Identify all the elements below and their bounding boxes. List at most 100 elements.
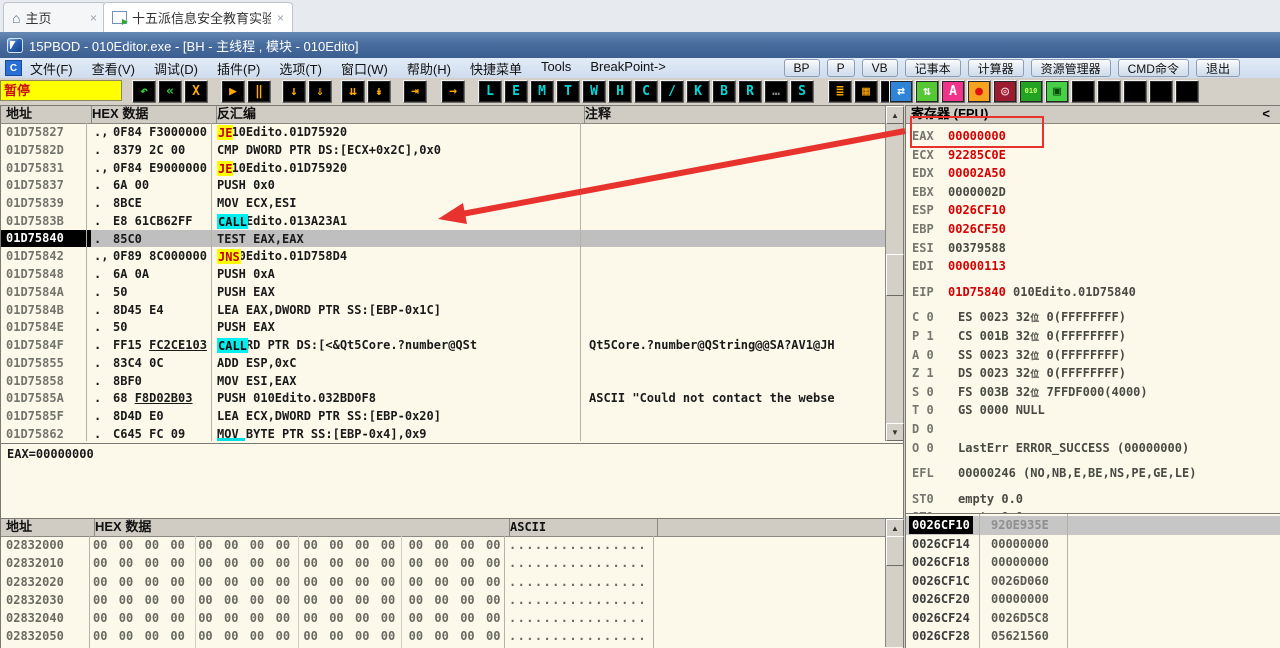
dump-scrollbar[interactable]: ▲ xyxy=(885,519,903,647)
empty-slot-4[interactable] xyxy=(1149,80,1173,103)
disasm-row[interactable]: 01D7584B.8D45 E4LEA EAX,DWORD PTR SS:[EB… xyxy=(1,301,903,319)
menu-item-6[interactable]: 帮助(H) xyxy=(407,59,451,78)
col-disasm[interactable]: 反汇编 xyxy=(212,106,585,123)
dump-row[interactable]: 0283203000000000000000000000000000000000… xyxy=(1,591,903,609)
quick-button-7[interactable]: 退出 xyxy=(1196,59,1240,77)
scroll-up-icon[interactable]: ▲ xyxy=(886,519,904,537)
disasm-row[interactable]: 01D75827.,0F84 F3000000JE 010Edito.01D75… xyxy=(1,123,903,141)
register-line[interactable]: T 0GS 0000 NULL xyxy=(912,401,1278,420)
record-icon[interactable]: ● xyxy=(967,80,991,103)
restart-icon[interactable]: ↶ xyxy=(132,80,156,103)
updown-icon[interactable]: ⇅ xyxy=(915,80,939,103)
disasm-row[interactable]: 01D75858.8BF0MOV ESI,EAX xyxy=(1,372,903,390)
col-hex[interactable]: HEX 数据 xyxy=(90,519,510,536)
empty-slot-3[interactable] xyxy=(1123,80,1147,103)
memory-icon[interactable]: M xyxy=(530,80,554,103)
menu-item-9[interactable]: BreakPoint-> xyxy=(590,59,666,78)
menu-item-0[interactable]: 文件(F) xyxy=(30,59,73,78)
register-line[interactable]: EBX0000002D xyxy=(912,183,1278,202)
execute-till-return-icon[interactable]: ⇥ xyxy=(403,80,427,103)
executables-icon[interactable]: E xyxy=(504,80,528,103)
pause-icon[interactable]: ‖ xyxy=(247,80,271,103)
menu-item-1[interactable]: 查看(V) xyxy=(92,59,135,78)
quick-button-1[interactable]: P xyxy=(827,59,855,77)
animate-over-icon[interactable]: ↡ xyxy=(367,80,391,103)
source-icon[interactable]: S xyxy=(790,80,814,103)
register-line[interactable]: C 0ES 0023 32位 0(FFFFFFFF) xyxy=(912,308,1278,327)
quick-button-3[interactable]: 记事本 xyxy=(905,59,961,77)
close-icon[interactable]: × xyxy=(90,11,97,25)
register-line[interactable]: EDI00000113 xyxy=(912,257,1278,276)
collapse-icon[interactable]: < xyxy=(1262,106,1270,122)
disasm-scrollbar[interactable]: ▲ ▼ xyxy=(885,106,903,441)
dump-row[interactable]: 0283200000000000000000000000000000000000… xyxy=(1,536,903,554)
scroll-thumb[interactable] xyxy=(886,254,904,296)
stack-row[interactable]: 0026CF1C0026D060 xyxy=(906,572,1280,591)
register-line[interactable]: EFL00000246 (NO,NB,E,BE,NS,PE,GE,LE) xyxy=(912,464,1278,483)
register-line[interactable]: EAX00000000 xyxy=(912,127,1278,146)
cpu-icon[interactable]: C xyxy=(634,80,658,103)
menu-item-5[interactable]: 窗口(W) xyxy=(341,59,388,78)
handles-icon[interactable]: H xyxy=(608,80,632,103)
register-line[interactable]: Z 1DS 0023 32位 0(FFFFFFFF) xyxy=(912,364,1278,383)
stack-row[interactable]: 0026CF1800000000 xyxy=(906,553,1280,572)
menu-item-3[interactable]: 插件(P) xyxy=(217,59,260,78)
patches-icon[interactable]: / xyxy=(660,80,684,103)
menu-item-8[interactable]: Tools xyxy=(541,59,571,78)
run-trace-icon[interactable]: … xyxy=(764,80,788,103)
run-icon[interactable]: ▶ xyxy=(221,80,245,103)
col-address[interactable]: 地址 xyxy=(1,106,92,123)
dump-row[interactable]: 0283205000000000000000000000000000000000… xyxy=(1,627,903,645)
col-comment[interactable]: 注释 xyxy=(580,106,873,123)
col-extra[interactable] xyxy=(653,519,873,536)
breakpoints-icon[interactable]: B xyxy=(712,80,736,103)
col-ascii[interactable]: ASCII xyxy=(505,519,658,536)
register-line[interactable]: ESP0026CF10 xyxy=(912,201,1278,220)
swap-icon[interactable]: ⇄ xyxy=(889,80,913,103)
stack-row[interactable]: 0026CF240026D5C8 xyxy=(906,609,1280,628)
log-list-icon[interactable]: ≣ xyxy=(828,80,852,103)
tab-home[interactable]: ⌂ 主页 × xyxy=(3,2,106,32)
disasm-row[interactable]: 01D75855.83C4 0CADD ESP,0xC xyxy=(1,354,903,372)
dump-row[interactable]: 0283201000000000000000000000000000000000… xyxy=(1,554,903,572)
col-address[interactable]: 地址 xyxy=(1,519,95,536)
stack-row[interactable]: 0026CF2805621560 xyxy=(906,627,1280,646)
step-into-icon[interactable]: ↓ xyxy=(282,80,306,103)
disasm-row[interactable]: 01D75862.C645 FC 09MOV BYTE PTR SS:[EBP-… xyxy=(1,425,903,443)
go-to-icon[interactable]: → xyxy=(441,80,465,103)
empty-slot-5[interactable] xyxy=(1175,80,1199,103)
register-line[interactable]: ST0empty 0.0 xyxy=(912,490,1278,509)
quick-button-2[interactable]: VB xyxy=(862,59,898,77)
stack-row[interactable]: 0026CF2000000000 xyxy=(906,590,1280,609)
register-line[interactable]: ECX92285C0E xyxy=(912,146,1278,165)
binary-icon[interactable]: 010 xyxy=(1019,80,1043,103)
register-line[interactable]: ESI00379588 xyxy=(912,239,1278,258)
disasm-row[interactable]: 01D75848.6A 0APUSH 0xA xyxy=(1,265,903,283)
empty-slot-2[interactable] xyxy=(1097,80,1121,103)
animate-into-icon[interactable]: ⇊ xyxy=(341,80,365,103)
disasm-row[interactable]: 01D7585F.8D4D E0LEA ECX,DWORD PTR SS:[EB… xyxy=(1,407,903,425)
rewind-icon[interactable]: « xyxy=(158,80,182,103)
tab-experiment[interactable]: 十五派信息安全教育实验... × xyxy=(103,2,293,32)
close-program-icon[interactable]: X xyxy=(184,80,208,103)
register-line[interactable]: P 1CS 001B 32位 0(FFFFFFFF) xyxy=(912,327,1278,346)
disasm-row[interactable]: 01D7584F.FF15 FC2CE103CALL DWORD PTR DS:… xyxy=(1,336,903,354)
register-line[interactable]: D 0 xyxy=(912,420,1278,439)
disasm-row[interactable]: 01D7584E.50PUSH EAX xyxy=(1,318,903,336)
register-line[interactable]: EIP01D75840 010Edito.01D75840 xyxy=(912,283,1278,302)
disasm-row[interactable]: 01D7584A.50PUSH EAX xyxy=(1,283,903,301)
assemble-icon[interactable]: A xyxy=(941,80,965,103)
register-line[interactable]: EBP0026CF50 xyxy=(912,220,1278,239)
stack-row[interactable]: 0026CF10920E935E xyxy=(906,516,1280,535)
disasm-row[interactable]: 01D75839.8BCEMOV ECX,ESI xyxy=(1,194,903,212)
disasm-row[interactable]: 01D75837.6A 00PUSH 0x0 xyxy=(1,176,903,194)
quick-button-0[interactable]: BP xyxy=(784,59,820,77)
col-hex[interactable]: HEX 数据 xyxy=(87,106,217,123)
close-icon[interactable]: × xyxy=(277,11,284,25)
references-icon[interactable]: R xyxy=(738,80,762,103)
menu-item-7[interactable]: 快捷菜单 xyxy=(470,59,522,78)
register-line[interactable]: O 0LastErr ERROR_SUCCESS (00000000) xyxy=(912,439,1278,458)
log-window-icon[interactable]: L xyxy=(478,80,502,103)
register-line[interactable]: S 0FS 003B 32位 7FFDF000(4000) xyxy=(912,383,1278,402)
quick-button-6[interactable]: CMD命令 xyxy=(1118,59,1189,77)
